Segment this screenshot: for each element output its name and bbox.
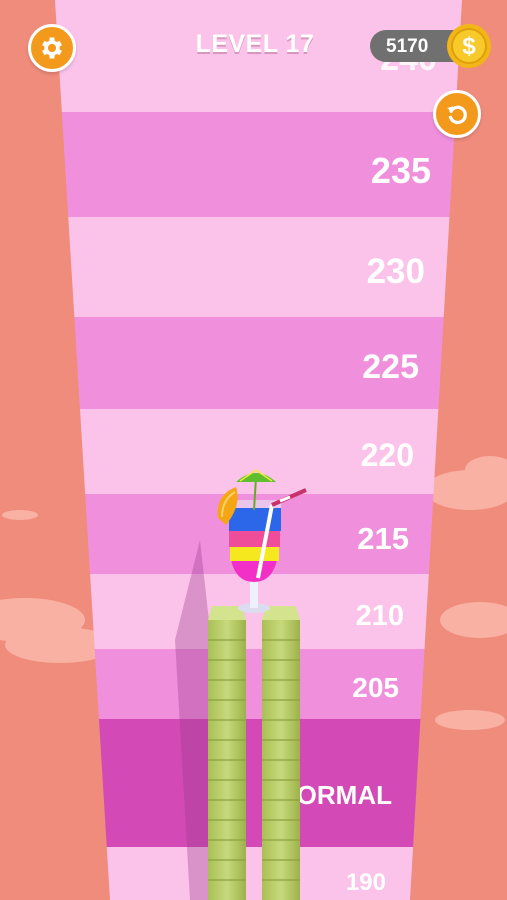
track-band bbox=[55, 217, 462, 317]
track-marker: 215 bbox=[357, 521, 409, 556]
gear-icon bbox=[42, 37, 62, 59]
money-stack-right bbox=[262, 606, 300, 900]
dollar-coin-icon: $ bbox=[447, 24, 491, 68]
track-marker: 210 bbox=[356, 600, 404, 632]
restart-button[interactable] bbox=[433, 90, 481, 138]
level-title: LEVEL 17 bbox=[195, 30, 315, 58]
track-marker: 205 bbox=[352, 672, 399, 703]
track-marker: 220 bbox=[361, 437, 414, 473]
score-track bbox=[55, 0, 462, 900]
track-marker: 235 bbox=[371, 150, 431, 191]
track-marker: 190 bbox=[346, 869, 386, 896]
settings-button[interactable] bbox=[28, 24, 76, 72]
track-marker: 230 bbox=[367, 252, 425, 291]
svg-text:$: $ bbox=[462, 33, 476, 60]
restart-icon bbox=[447, 105, 467, 125]
track-band bbox=[55, 847, 462, 900]
money-stack-left bbox=[208, 606, 246, 900]
track-band bbox=[55, 317, 462, 409]
track-band-normal bbox=[55, 719, 462, 847]
track-marker: 225 bbox=[362, 348, 419, 386]
game-scene: 240 235 230 225 220 215 210 205 NORMAL 1… bbox=[0, 0, 507, 900]
coin-count: 5170 bbox=[386, 36, 429, 57]
